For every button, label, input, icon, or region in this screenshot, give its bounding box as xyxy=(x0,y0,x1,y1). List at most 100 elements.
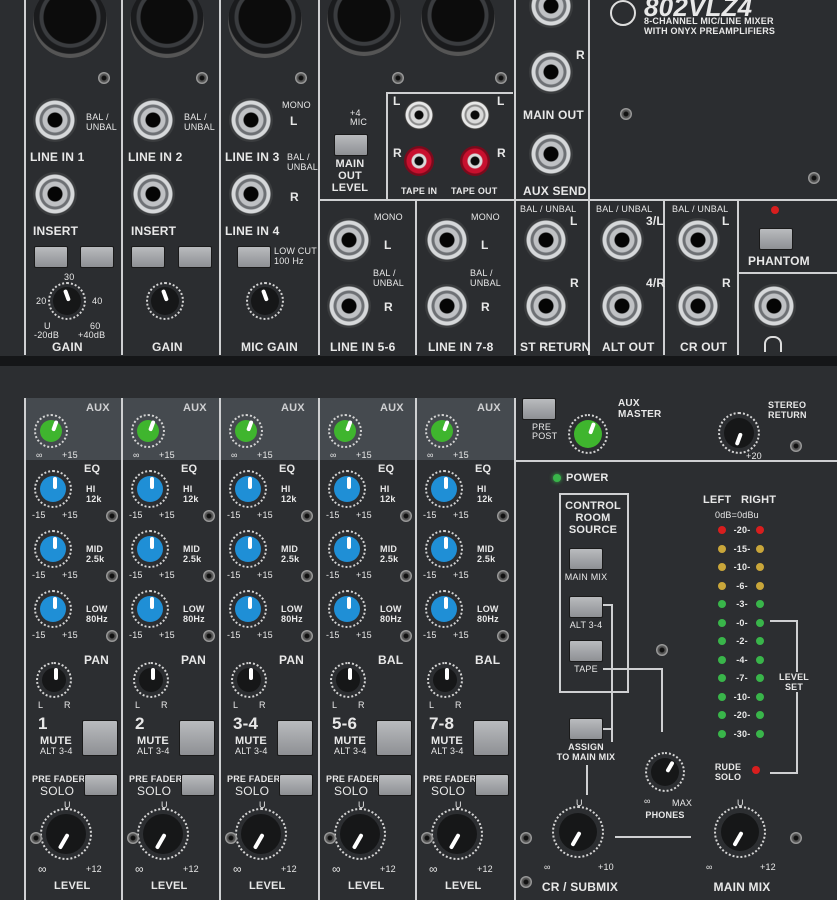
tape-in-right-rca[interactable] xyxy=(404,146,434,176)
phones-knob[interactable] xyxy=(645,752,685,792)
rude-solo-label: RUDE SOLO xyxy=(714,762,742,782)
pan-knob-5-6[interactable] xyxy=(330,662,366,698)
level-knob-3-4[interactable] xyxy=(235,808,287,860)
cr-out-left-jack[interactable] xyxy=(676,218,720,262)
gain-knob-1[interactable] xyxy=(48,282,86,320)
pan-knob-7-8[interactable] xyxy=(427,662,463,698)
eq-low-knob-1[interactable] xyxy=(34,590,72,628)
low-cut-button[interactable] xyxy=(237,246,271,268)
eq-mid-knob-3-4[interactable] xyxy=(229,530,267,568)
mute-button-5-6[interactable] xyxy=(376,720,412,756)
main-out-right-jack[interactable] xyxy=(529,50,573,94)
screw xyxy=(497,630,509,642)
alt-out-4-jack[interactable] xyxy=(600,284,644,328)
solo-button-3-4[interactable] xyxy=(279,774,313,796)
cr-out-right-jack[interactable] xyxy=(676,284,720,328)
eq-low-knob-3-4[interactable] xyxy=(229,590,267,628)
meter-scale-label: -4- xyxy=(736,654,748,665)
aux-knob-3-4[interactable] xyxy=(229,414,263,448)
mute-button-2[interactable] xyxy=(179,720,215,756)
cr-tape-button[interactable] xyxy=(569,640,603,662)
meter-scale-label: -0- xyxy=(736,617,748,628)
aux-knob-5-6[interactable] xyxy=(328,414,362,448)
solo-button-5-6[interactable] xyxy=(378,774,412,796)
screw xyxy=(790,832,802,844)
cr-out-label: CR OUT xyxy=(680,340,728,354)
line-in-6-jack[interactable] xyxy=(327,284,371,328)
aux-knob-2[interactable] xyxy=(131,414,165,448)
channel-1-button-a[interactable] xyxy=(34,246,68,268)
assign-to-main-mix-button[interactable] xyxy=(569,718,603,740)
tape-out-right-rca[interactable] xyxy=(460,146,490,176)
level-knob-1[interactable] xyxy=(40,808,92,860)
aux-send-label: AUX SEND xyxy=(523,184,587,198)
eq-mid-knob-1[interactable] xyxy=(34,530,72,568)
aux-knob-1[interactable] xyxy=(34,414,68,448)
eq-hi-knob-2[interactable] xyxy=(131,470,169,508)
channel-1-button-b[interactable] xyxy=(80,246,114,268)
screw xyxy=(301,630,313,642)
eq-minus15: -15 xyxy=(326,570,340,580)
cr-alt34-button[interactable] xyxy=(569,596,603,618)
aux-pre-post-button[interactable] xyxy=(522,398,556,420)
line-in-7-jack[interactable] xyxy=(425,218,469,262)
level-knob-2[interactable] xyxy=(137,808,189,860)
eq-hi-knob-1[interactable] xyxy=(34,470,72,508)
mic-gain-knob[interactable] xyxy=(246,282,284,320)
aux-send-jack[interactable] xyxy=(529,132,573,176)
pan-knob-2[interactable] xyxy=(133,662,169,698)
solo-button-7-8[interactable] xyxy=(475,774,509,796)
pan-knob-3-4[interactable] xyxy=(231,662,267,698)
st-return-left-jack[interactable] xyxy=(524,218,568,262)
cr-main-mix-button[interactable] xyxy=(569,548,603,570)
aux-label: AUX xyxy=(86,402,110,414)
alt-out-3-jack[interactable] xyxy=(600,218,644,262)
channel-2-button-a[interactable] xyxy=(131,246,165,268)
eq-plus15: +15 xyxy=(62,570,78,580)
aux-knob-7-8[interactable] xyxy=(425,414,459,448)
solo-button-2[interactable] xyxy=(181,774,215,796)
phantom-button[interactable] xyxy=(759,228,793,250)
eq-hi-knob-5-6[interactable] xyxy=(328,470,366,508)
alt-out-label: ALT OUT xyxy=(602,340,655,354)
aux-master-knob[interactable] xyxy=(568,414,608,454)
eq-low-knob-5-6[interactable] xyxy=(328,590,366,628)
aux-label: AUX xyxy=(477,402,501,414)
line-in-8-jack[interactable] xyxy=(425,284,469,328)
mute-button-1[interactable] xyxy=(82,720,118,756)
line-in-1-jack[interactable] xyxy=(33,98,77,142)
eq-mid-knob-5-6[interactable] xyxy=(328,530,366,568)
cr-submix-knob[interactable] xyxy=(552,806,604,858)
line-in-3-jack[interactable] xyxy=(229,98,273,142)
eq-hi-knob-7-8[interactable] xyxy=(425,470,463,508)
eq-minus15: -15 xyxy=(227,570,241,580)
solo-button-1[interactable] xyxy=(84,774,118,796)
channel-2-button-b[interactable] xyxy=(178,246,212,268)
tape-in-left-rca[interactable] xyxy=(404,100,434,130)
eq-low-knob-7-8[interactable] xyxy=(425,590,463,628)
eq-mid-knob-2[interactable] xyxy=(131,530,169,568)
pan-knob-1[interactable] xyxy=(36,662,72,698)
tape-out-left-rca[interactable] xyxy=(460,100,490,130)
aux-plus15: +15 xyxy=(62,450,78,460)
insert-2-jack[interactable] xyxy=(131,172,175,216)
eq-minus15: -15 xyxy=(32,570,46,580)
line-in-4-jack[interactable] xyxy=(229,172,273,216)
eq-mid-knob-7-8[interactable] xyxy=(425,530,463,568)
mute-button-3-4[interactable] xyxy=(277,720,313,756)
gain-knob-2[interactable] xyxy=(146,282,184,320)
eq-low-knob-2[interactable] xyxy=(131,590,169,628)
st-return-right-jack[interactable] xyxy=(524,284,568,328)
line-in-2-jack[interactable] xyxy=(131,98,175,142)
mute-button-7-8[interactable] xyxy=(473,720,509,756)
level-knob-5-6[interactable] xyxy=(334,808,386,860)
main-mix-knob[interactable] xyxy=(714,806,766,858)
stereo-return-knob[interactable] xyxy=(718,412,760,454)
line-in-5-jack[interactable] xyxy=(327,218,371,262)
main-out-level-button[interactable] xyxy=(334,134,368,156)
level-knob-7-8[interactable] xyxy=(431,808,483,860)
screw xyxy=(421,832,433,844)
insert-1-jack[interactable] xyxy=(33,172,77,216)
eq-hi-knob-3-4[interactable] xyxy=(229,470,267,508)
headphones-jack[interactable] xyxy=(752,284,796,328)
